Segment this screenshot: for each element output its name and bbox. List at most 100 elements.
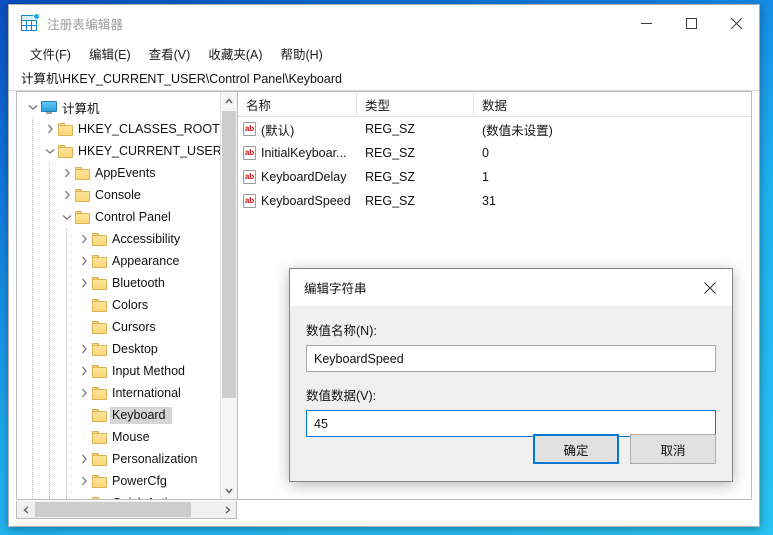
scroll-up-arrow[interactable] [221, 92, 237, 109]
column-header-type[interactable]: 类型 [357, 92, 474, 116]
tree-item-keyboard[interactable]: Keyboard [17, 404, 220, 426]
tree-horizontal-scrollbar[interactable] [16, 501, 237, 519]
tree-item-label: Control Panel [95, 210, 171, 224]
folder-icon [58, 122, 73, 136]
ok-button[interactable]: 确定 [533, 434, 619, 464]
tree-item-appevents[interactable]: AppEvents [17, 162, 220, 184]
folder-icon [75, 188, 90, 202]
column-header-name[interactable]: 名称 [238, 92, 357, 116]
tree-guide-line [66, 448, 67, 470]
value-data-input[interactable]: 45 [306, 410, 716, 437]
scroll-down-arrow[interactable] [221, 482, 237, 499]
tree-guide-line [49, 162, 50, 184]
chevron-right-icon[interactable] [76, 470, 92, 492]
close-button[interactable] [714, 5, 759, 41]
chevron-right-icon[interactable] [76, 360, 92, 382]
table-row[interactable]: ab InitialKeyboar... REG_SZ 0 [238, 141, 751, 165]
tree-item-colors[interactable]: Colors [17, 294, 220, 316]
tree-item-quick-actions[interactable]: Quick Actions [17, 492, 220, 499]
table-row[interactable]: ab (默认) REG_SZ (数值未设置) [238, 117, 751, 141]
dialog-close-button[interactable] [688, 269, 732, 306]
tree-item-appearance[interactable]: Appearance [17, 250, 220, 272]
tree-item-[interactable]: 计算机 [17, 96, 220, 118]
tree-guide-line [49, 316, 50, 338]
tree-item-bluetooth[interactable]: Bluetooth [17, 272, 220, 294]
tree-expander-placeholder [76, 294, 92, 316]
chevron-right-icon[interactable] [76, 250, 92, 272]
chevron-down-icon[interactable] [59, 206, 75, 228]
value-name-text: KeyboardSpeed [314, 351, 404, 366]
tree-item-hkey-current-user[interactable]: HKEY_CURRENT_USER [17, 140, 220, 162]
scroll-right-arrow[interactable] [219, 502, 236, 518]
menu-favorites[interactable]: 收藏夹(A) [199, 42, 271, 65]
chevron-right-icon[interactable] [59, 184, 75, 206]
folder-icon [75, 166, 90, 180]
tree-item-cursors[interactable]: Cursors [17, 316, 220, 338]
maximize-button[interactable] [669, 5, 714, 41]
menu-view[interactable]: 查看(V) [140, 42, 200, 65]
tree-item-desktop[interactable]: Desktop [17, 338, 220, 360]
tree-guide-line [32, 338, 33, 360]
tree-guide-line [49, 272, 50, 294]
menu-edit[interactable]: 编辑(E) [80, 42, 140, 65]
folder-icon [92, 254, 107, 268]
tree-item-powercfg[interactable]: PowerCfg [17, 470, 220, 492]
tree-guide-line [66, 316, 67, 338]
tree-guide-line [32, 470, 33, 492]
chevron-right-icon[interactable] [76, 492, 92, 499]
tree-hscroll-thumb[interactable] [35, 502, 191, 517]
value-name-input[interactable]: KeyboardSpeed [306, 345, 716, 372]
cell-data: 0 [482, 146, 489, 160]
chevron-right-icon[interactable] [76, 382, 92, 404]
scroll-left-arrow[interactable] [17, 502, 34, 518]
dialog-buttons: 确定 取消 [533, 434, 716, 464]
tree-item-input-method[interactable]: Input Method [17, 360, 220, 382]
menu-bar: 文件(F) 编辑(E) 查看(V) 收藏夹(A) 帮助(H) [9, 41, 759, 65]
tree-item-control-panel[interactable]: Control Panel [17, 206, 220, 228]
tree-item-label: Bluetooth [112, 276, 165, 290]
value-name: InitialKeyboar... [261, 146, 347, 160]
address-bar[interactable]: 计算机\HKEY_CURRENT_USER\Control Panel\Keyb… [9, 65, 759, 91]
chevron-right-icon[interactable] [59, 162, 75, 184]
menu-help[interactable]: 帮助(H) [271, 42, 331, 65]
tree-expander-placeholder [76, 316, 92, 338]
window-controls [624, 5, 759, 41]
edit-string-dialog: 编辑字符串 数值名称(N): KeyboardSpeed 数值数据(V): 45… [289, 268, 733, 482]
table-row[interactable]: ab KeyboardDelay REG_SZ 1 [238, 165, 751, 189]
cancel-button[interactable]: 取消 [630, 434, 716, 464]
address-path: 计算机\HKEY_CURRENT_USER\Control Panel\Keyb… [21, 72, 342, 86]
string-value-icon: ab [243, 170, 256, 184]
tree-vertical-scrollbar[interactable] [220, 92, 237, 499]
tree-item-console[interactable]: Console [17, 184, 220, 206]
tree-item-personalization[interactable]: Personalization [17, 448, 220, 470]
tree-item-hkey-classes-root[interactable]: HKEY_CLASSES_ROOT [17, 118, 220, 140]
tree-guide-line [49, 448, 50, 470]
tree-item-accessibility[interactable]: Accessibility [17, 228, 220, 250]
computer-icon [41, 100, 57, 114]
table-row[interactable]: ab KeyboardSpeed REG_SZ 31 [238, 189, 751, 213]
chevron-down-icon[interactable] [25, 96, 41, 118]
menu-file[interactable]: 文件(F) [21, 42, 80, 65]
tree-guide-line [49, 250, 50, 272]
chevron-right-icon[interactable] [76, 272, 92, 294]
chevron-down-icon[interactable] [42, 140, 58, 162]
folder-icon [92, 298, 107, 312]
tree-item-label: PowerCfg [112, 474, 167, 488]
string-value-icon: ab [243, 122, 256, 136]
registry-editor-window: 注册表编辑器 文件(F) 编辑(E) 查看(V) 收藏夹(A) 帮助(H) 计算… [8, 4, 760, 527]
tree-item-label: Cursors [112, 320, 156, 334]
chevron-right-icon[interactable] [76, 338, 92, 360]
minimize-button[interactable] [624, 5, 669, 41]
tree-item-international[interactable]: International [17, 382, 220, 404]
tree-item-mouse[interactable]: Mouse [17, 426, 220, 448]
chevron-right-icon[interactable] [76, 448, 92, 470]
chevron-right-icon[interactable] [76, 228, 92, 250]
tree-scroll-thumb[interactable] [222, 111, 236, 398]
column-header-data[interactable]: 数据 [474, 92, 751, 116]
chevron-right-icon[interactable] [42, 118, 58, 140]
tree-guide-line [32, 426, 33, 448]
value-data-label: 数值数据(V): [306, 389, 377, 403]
cell-type: REG_SZ [365, 170, 416, 184]
tree-guide-line [32, 272, 33, 294]
tree-item-label: HKEY_CLASSES_ROOT [78, 122, 220, 136]
